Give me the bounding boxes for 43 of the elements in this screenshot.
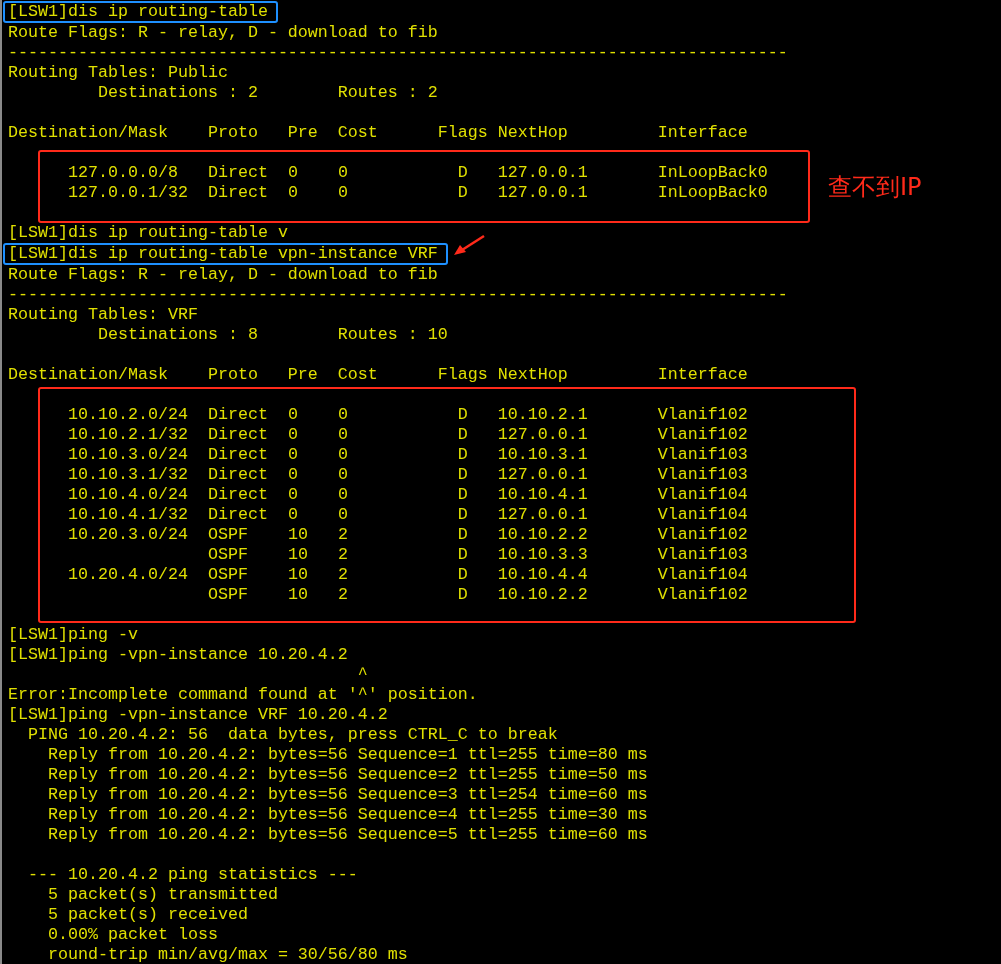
terminal-line: Reply from 10.20.4.2: bytes=56 Sequence=2 ttl=255 time=50 ms	[46, 765, 649, 785]
terminal-line: [LSW1]ping -vpn-instance VRF 10.20.4.2	[8, 705, 389, 725]
terminal-line: [LSW1]dis ip routing-table v	[8, 223, 289, 243]
terminal-line: Routing Tables: VRF	[8, 305, 199, 325]
terminal-line: Destinations : 8 Routes : 10	[96, 325, 449, 345]
terminal-line: 0.00% packet loss	[46, 925, 219, 945]
terminal-line: Route Flags: R - relay, D - download to fib	[8, 265, 439, 285]
terminal-line: OSPF 10 2 D 10.10.3.3 Vlanif103	[206, 545, 749, 565]
terminal-line: [LSW1]dis ip routing-table	[8, 3, 268, 21]
terminal-line: ------------------------------------------------------------------------------	[8, 285, 789, 305]
terminal-line: --- 10.20.4.2 ping statistics ---	[27, 865, 359, 885]
terminal-line: 10.10.4.1/32 Direct 0 0 D 127.0.0.1 Vlanif104	[68, 505, 749, 525]
terminal-line: OSPF 10 2 D 10.10.2.2 Vlanif102	[206, 585, 749, 605]
terminal-line: Reply from 10.20.4.2: bytes=56 Sequence=3 ttl=254 time=60 ms	[46, 785, 649, 805]
terminal-line: 10.10.4.0/24 Direct 0 0 D 10.10.4.1 Vlanif104	[68, 485, 749, 505]
terminal-line: 127.0.0.1/32 Direct 0 0 D 127.0.0.1 InLoopBack0	[68, 183, 769, 203]
terminal-line: 5 packet(s) transmitted	[46, 885, 279, 905]
terminal-line: 10.10.2.1/32 Direct 0 0 D 127.0.0.1 Vlanif102	[68, 425, 749, 445]
terminal-line: [LSW1]dis ip routing-table vpn-instance VRF	[8, 245, 438, 263]
terminal-line: Destination/Mask Proto Pre Cost Flags NextHop Interface	[8, 365, 749, 385]
terminal-line: Reply from 10.20.4.2: bytes=56 Sequence=4 ttl=255 time=30 ms	[46, 805, 649, 825]
terminal-line: 10.10.3.1/32 Direct 0 0 D 127.0.0.1 Vlanif103	[68, 465, 749, 485]
terminal-line: ^	[356, 665, 369, 685]
terminal-line: [LSW1]ping -vpn-instance 10.20.4.2	[8, 645, 349, 665]
terminal-line: 10.10.3.0/24 Direct 0 0 D 10.10.3.1 Vlanif103	[68, 445, 749, 465]
terminal-line: Destinations : 2 Routes : 2	[96, 83, 439, 103]
terminal-line: 127.0.0.0/8 Direct 0 0 D 127.0.0.1 InLoopBack0	[68, 163, 769, 183]
terminal-line: Route Flags: R - relay, D - download to fib	[8, 23, 439, 43]
terminal-line: Routing Tables: Public	[8, 63, 229, 83]
terminal-line: Reply from 10.20.4.2: bytes=56 Sequence=5 ttl=255 time=60 ms	[46, 825, 649, 845]
terminal-line: Destination/Mask Proto Pre Cost Flags NextHop Interface	[8, 123, 749, 143]
terminal-line: 5 packet(s) received	[46, 905, 249, 925]
terminal-line: Reply from 10.20.4.2: bytes=56 Sequence=1 ttl=255 time=80 ms	[46, 745, 649, 765]
arrow-icon	[451, 234, 486, 256]
terminal-line: round-trip min/avg/max = 30/56/80 ms	[46, 945, 409, 964]
terminal-line: 10.20.4.0/24 OSPF 10 2 D 10.10.4.4 Vlanif104	[68, 565, 749, 585]
terminal-line: Error:Incomplete command found at '^' position.	[8, 685, 479, 705]
terminal-line: ------------------------------------------------------------------------------	[8, 43, 789, 63]
terminal-line: [LSW1]ping -v	[8, 625, 139, 645]
terminal-line: 10.20.3.0/24 OSPF 10 2 D 10.10.2.2 Vlanif102	[68, 525, 749, 545]
terminal-line: PING 10.20.4.2: 56 data bytes, press CTRL_C to break	[27, 725, 559, 745]
annotation-note: 查不到IP	[828, 176, 922, 197]
terminal-line: 10.10.2.0/24 Direct 0 0 D 10.10.2.1 Vlanif102	[68, 405, 749, 425]
